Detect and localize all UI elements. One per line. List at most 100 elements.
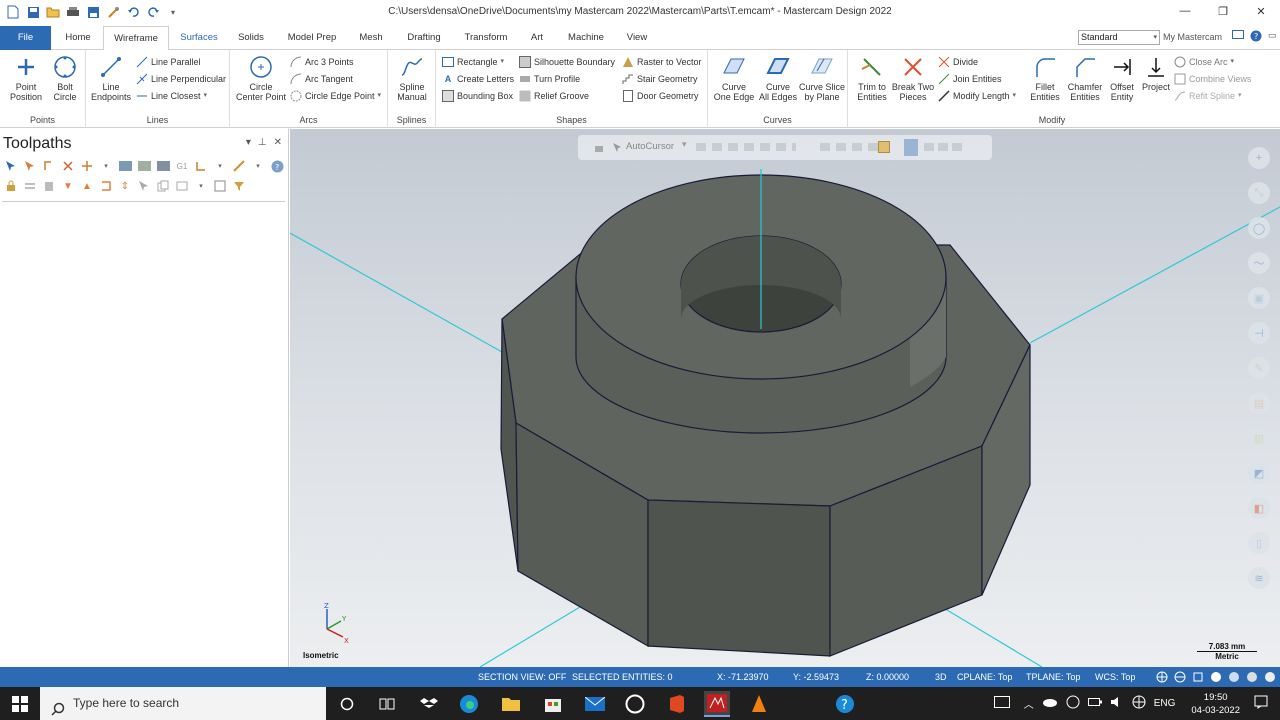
dropdown-icon[interactable]: ▾ (99, 159, 113, 173)
vlc-icon[interactable] (746, 691, 772, 717)
help-icon[interactable]: ? (1250, 30, 1262, 45)
verify-icon[interactable] (137, 159, 151, 173)
mirror-icon[interactable]: ⊣ (1248, 322, 1270, 344)
circle-center-point-button[interactable]: Circle Center Point (232, 54, 290, 102)
expand-icon[interactable]: ⇕ (118, 179, 132, 193)
help-app-icon[interactable]: ? (832, 691, 858, 717)
point-position-button[interactable]: Point Position (4, 54, 48, 102)
layer-icon[interactable]: ▤ (1248, 392, 1270, 414)
fillet-entities-button[interactable]: Fillet Entities (1024, 54, 1066, 102)
project-button[interactable]: Project (1136, 54, 1176, 92)
snap-icons-2[interactable] (820, 143, 880, 151)
bolt-circle-button[interactable]: Bolt Circle (46, 54, 84, 102)
shaded-sphere-icon[interactable] (1210, 671, 1222, 683)
autocursor-label[interactable]: AutoCursor (626, 141, 674, 152)
rectangle-button[interactable]: Rectangle ▾ (442, 55, 504, 69)
minimize-button[interactable]: — (1166, 0, 1204, 22)
line-parallel-button[interactable]: Line Parallel (136, 55, 201, 69)
mail-icon[interactable] (582, 691, 608, 717)
lock-icon[interactable] (594, 142, 604, 156)
app-circle-icon[interactable] (622, 691, 648, 717)
circle-snap-icon[interactable]: ◯ (1248, 217, 1270, 239)
raster-to-vector-button[interactable]: Raster to Vector (622, 55, 702, 69)
selection-icons[interactable] (924, 143, 964, 151)
toolpath-display-icon[interactable] (23, 179, 37, 193)
post-output-icon[interactable] (42, 179, 56, 193)
select-icon[interactable] (137, 179, 151, 193)
highfeed-icon[interactable] (232, 159, 246, 173)
wireframe-icon[interactable]: ▯ (1248, 532, 1270, 554)
x-coordinate[interactable]: X: -71.23970 (717, 667, 769, 687)
color-icon[interactable]: ◧ (1248, 497, 1270, 519)
onedrive-icon[interactable] (1042, 697, 1058, 710)
post-icon[interactable] (194, 159, 208, 173)
lock-icon[interactable] (4, 179, 18, 193)
selection-mode-icon[interactable] (904, 139, 918, 156)
store-icon[interactable] (540, 691, 566, 717)
dropdown-icon[interactable]: ▾ (194, 179, 208, 193)
filter-icon[interactable] (232, 179, 246, 193)
select-all-icon[interactable] (4, 159, 18, 173)
tplane-status[interactable]: TPLANE: Top (1026, 667, 1080, 687)
g1-icon[interactable]: G1 (175, 159, 189, 173)
office-icon[interactable] (664, 691, 690, 717)
tab-surfaces[interactable]: Surfaces (176, 26, 222, 50)
tab-solids[interactable]: Solids (232, 26, 270, 50)
y-coordinate[interactable]: Y: -2.59473 (793, 667, 839, 687)
refit-spline-button[interactable]: Refit Spline ▾ (1174, 89, 1242, 103)
pin-icon[interactable]: ⊥ (258, 137, 267, 148)
shading-icon[interactable]: ▥ (1248, 427, 1270, 449)
close-arc-button[interactable]: Close Arc ▾ (1174, 55, 1234, 69)
break-two-pieces-button[interactable]: Break Two Pieces (890, 54, 936, 102)
circle-edge-point-button[interactable]: Circle Edge Point ▾ (290, 89, 381, 103)
spline-manual-button[interactable]: Spline Manual (390, 54, 434, 102)
graphics-viewport[interactable]: Z Y X AutoCursor ▾ + ⤡ ◯ 〜 ▣ ⊣ ✎ ▤ ▥ ◩ ◧… (290, 129, 1280, 667)
clock[interactable]: 19:50 04-03-2022 (1191, 691, 1240, 717)
plus-icon[interactable]: + (1248, 147, 1270, 169)
turn-profile-button[interactable]: Turn Profile (519, 72, 580, 86)
deselect-icon[interactable] (23, 159, 37, 173)
snap-grid-icon[interactable]: ⤡ (1248, 182, 1270, 204)
z-coordinate[interactable]: Z: 0.00000 (866, 667, 909, 687)
line-closest-button[interactable]: Line Closest ▾ (136, 89, 207, 103)
layers-stack-icon[interactable]: ≋ (1248, 567, 1270, 589)
toggle-display-icon[interactable] (80, 159, 94, 173)
bounding-box-button[interactable]: Bounding Box (442, 89, 513, 103)
ribbon-collapse-icon[interactable]: ▭ (1268, 30, 1277, 45)
view-cube-icon[interactable]: ▣ (1248, 287, 1270, 309)
configuration-select[interactable]: Standard ▾ (1078, 30, 1160, 45)
dropdown-icon[interactable]: ▾ (251, 159, 265, 173)
start-button[interactable] (0, 687, 40, 720)
divide-button[interactable]: Divide (938, 55, 978, 69)
create-letters-button[interactable]: A Create Letters (442, 72, 514, 86)
globe-icon[interactable] (1174, 671, 1186, 683)
volume-icon[interactable] (1110, 696, 1124, 711)
tool-manager-icon[interactable] (175, 179, 189, 193)
tab-home[interactable]: Home (58, 26, 98, 50)
relief-groove-button[interactable]: Relief Groove (519, 89, 589, 103)
wcs-status[interactable]: WCS: Top (1095, 667, 1135, 687)
wifi-icon[interactable] (1132, 695, 1146, 712)
notifications-icon[interactable] (1254, 695, 1268, 712)
copy-icon[interactable] (156, 179, 170, 193)
dropdown-icon[interactable]: ▾ (213, 159, 227, 173)
curve-slice-by-plane-button[interactable]: Curve Slice by Plane (798, 54, 846, 102)
help-icon[interactable]: ? (270, 159, 284, 173)
tab-transform[interactable]: Transform (460, 26, 512, 50)
insert-arrow-icon[interactable] (99, 179, 113, 193)
my-mastercam-link[interactable]: My Mastercam (1163, 32, 1222, 42)
join-entities-button[interactable]: Join Entities (938, 72, 1002, 86)
chat-icon[interactable] (1232, 30, 1244, 45)
arc-tangent-button[interactable]: Arc Tangent (290, 72, 353, 86)
tab-drafting[interactable]: Drafting (400, 26, 448, 50)
cortana-icon[interactable] (334, 691, 360, 717)
arc-3-points-button[interactable]: Arc 3 Points (290, 55, 354, 69)
simulate-icon[interactable] (156, 159, 170, 173)
tab-art[interactable]: Art (524, 26, 550, 50)
tab-model-prep[interactable]: Model Prep (282, 26, 342, 50)
autocursor-icon[interactable] (612, 142, 623, 156)
mastercam-icon[interactable] (704, 691, 730, 717)
line-endpoints-button[interactable]: Line Endpoints (88, 54, 134, 102)
regenerate-icon[interactable] (42, 159, 56, 173)
tab-machine[interactable]: Machine (562, 26, 610, 50)
